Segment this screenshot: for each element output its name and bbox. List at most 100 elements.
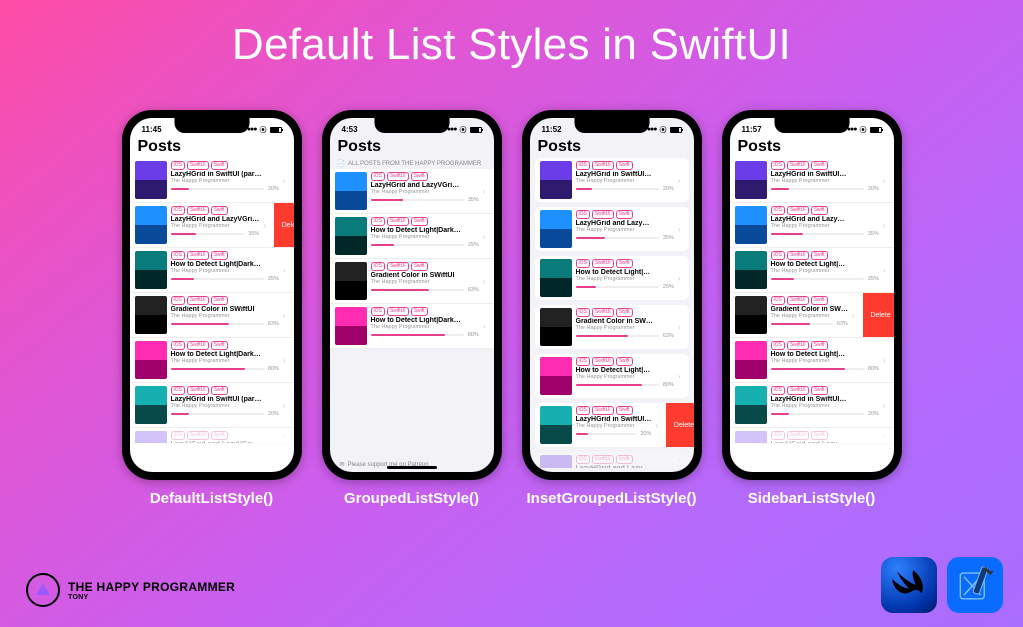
post-title: Gradient Color in SW… [576,318,674,325]
list-item[interactable]: iOSSwiftUISwiftLazyHGrid and Lazy…The Ha… [730,203,894,248]
style-label: SidebarListStyle() [748,490,876,507]
tag-badge: iOS [576,161,590,170]
list-item[interactable]: iOSSwiftUISwiftGradient Color in SWiftUI… [330,259,494,304]
screen-title: Posts [530,136,694,158]
post-title: LazyHGrid and Lazy… [771,441,879,444]
list-item[interactable]: iOSSwiftUISwiftHow to Detect Light|Dark…… [330,304,494,349]
post-thumbnail [735,296,767,334]
progress-bar [171,188,264,190]
list-item[interactable]: iOSSwiftUISwiftLazyHGrid and LazyVGri…Th… [130,428,294,444]
list-item[interactable]: iOSSwiftUISwiftGradient Color in SW…The … [730,293,894,338]
post-subtitle: The Happy Programmer [171,178,279,184]
battery-icon [270,127,282,133]
list-item[interactable]: iOSSwiftUISwiftHow to Detect Light|…The … [535,256,689,300]
progress-percent: 20% [663,186,674,192]
battery-icon [470,127,482,133]
brand-badge: THE HAPPY PROGRAMMER TONY [26,573,235,607]
list-item[interactable]: iOSSwiftUISwiftLazyHGrid and Lazy…The Ha… [535,207,689,251]
delete-button[interactable]: Delete [274,203,294,247]
progress-bar [771,233,864,235]
delete-button[interactable]: Delete [666,403,693,447]
post-title: How to Detect Light|Dark… [171,261,279,268]
notch [174,118,249,133]
post-subtitle: The Happy Programmer [771,178,879,184]
list-item[interactable]: iOSSwiftUISwiftLazyHGrid in SwiftUI (par… [130,383,294,428]
progress-percent: 80% [868,366,879,372]
tag-badge: Swift [811,341,828,350]
post-subtitle: The Happy Programmer [576,178,674,184]
list-item[interactable]: iOSSwiftUISwiftLazyHGrid in SwiftUI…The … [730,158,894,203]
post-thumbnail [135,206,167,244]
post-thumbnail [135,251,167,289]
list-item[interactable]: iOSSwiftUISwiftGradient Color in SWiftUI… [130,293,294,338]
post-title: LazyHGrid in SwiftUI… [576,416,652,423]
post-title: How to Detect Light|… [576,367,674,374]
posts-list[interactable]: iOS SwiftUI Swift LazyHGrid in SwiftUI (par… [130,158,294,472]
post-subtitle: The Happy Programmer [576,374,674,380]
section-footer: ✉Please support me on Patreon [330,457,494,472]
list-item[interactable]: iOSSwiftUISwiftLazyHGrid in SwiftUI…The … [535,403,689,447]
list-item[interactable]: iOSSwiftUISwiftHow to Detect Light|Dark…… [330,214,494,259]
posts-list[interactable]: iOSSwiftUISwiftLazyHGrid and LazyVGri…Th… [330,169,494,457]
progress-percent: 25% [663,284,674,290]
list-item[interactable]: iOSSwiftUISwiftHow to Detect Light|Dark…… [130,248,294,293]
post-thumbnail [540,210,572,248]
list-item[interactable]: iOSSwiftUISwiftHow to Detect Light|…The … [730,338,894,383]
post-title: LazyHGrid and LazyVGri… [371,182,479,189]
post-title: LazyHGrid and Lazy… [771,216,879,223]
progress-bar [171,233,245,235]
post-thumbnail [540,308,572,346]
tag-badge: iOS [171,161,185,170]
posts-list[interactable]: iOSSwiftUISwiftLazyHGrid in SwiftUI…The … [730,158,894,472]
list-item[interactable]: iOSSwiftUISwiftHow to Detect Light|…The … [535,354,689,398]
tag-badge: SwiftUI [387,172,409,181]
post-thumbnail [735,251,767,289]
list-item[interactable]: iOSSwiftUISwiftLazyHGrid and LazyVGri…Th… [130,203,294,248]
progress-percent: 80% [468,332,479,338]
tag-badge: Swift [411,172,428,181]
tag-badge: SwiftUI [787,161,809,170]
style-label: InsetGroupedListStyle() [526,490,696,507]
tag-badge: SwiftUI [187,386,209,395]
tag-badge: iOS [771,296,785,305]
list-item[interactable]: iOSSwiftUISwiftLazyHGrid and Lazy…The Ha… [730,428,894,444]
list-item[interactable]: iOSSwiftUISwiftLazyHGrid in SwiftUI (par… [130,158,294,203]
list-item[interactable]: iOSSwiftUISwiftGradient Color in SW…The … [535,305,689,349]
progress-percent: 35% [868,231,879,237]
post-thumbnail [540,259,572,297]
progress-bar [371,244,464,246]
progress-percent: 80% [663,382,674,388]
tag-badge: Swift [616,161,633,170]
tag-badge: SwiftUI [187,296,209,305]
list-item[interactable]: iOSSwiftUISwiftHow to Detect Light|Dark…… [130,338,294,383]
post-title: Gradient Color in SWiftUI [171,306,279,313]
list-item[interactable]: iOSSwiftUISwiftLazyHGrid in SwiftUI…The … [535,158,689,202]
chevron-right-icon: › [283,176,289,185]
phone-mockup: 11:57●●●⦿PostsiOSSwiftUISwiftLazyHGrid i… [722,110,902,480]
post-title: LazyHGrid in SwiftUI (par… [171,171,279,178]
tag-badge: SwiftUI [787,296,809,305]
post-subtitle: The Happy Programmer [576,227,674,233]
style-label: GroupedListStyle() [344,490,479,507]
tag-badge: SwiftUI [592,210,614,219]
list-item[interactable]: iOSSwiftUISwiftLazyHGrid and Lazy…The Ha… [535,452,689,468]
tag-badge: Swift [211,206,228,215]
progress-bar [171,278,264,280]
chevron-right-icon: › [678,274,684,283]
list-item[interactable]: iOSSwiftUISwiftHow to Detect Light|…The … [730,248,894,293]
notch [774,118,849,133]
post-title: LazyHGrid and LazyVGri… [171,216,260,223]
tag-badge: SwiftUI [187,251,209,260]
post-title: How to Detect Light|… [771,261,879,268]
tag-badge: Swift [616,357,633,366]
post-title: Gradient Color in SW… [771,306,848,313]
delete-button[interactable]: Delete [863,293,894,337]
posts-list[interactable]: iOS SwiftUI Swift LazyHGrid in SwiftUI… The … [530,158,694,472]
tag-badge: iOS [371,217,385,226]
post-title: Gradient Color in SWiftUI [371,272,479,279]
progress-percent: 35% [248,231,259,237]
list-item[interactable]: iOSSwiftUISwiftLazyHGrid and LazyVGri…Th… [330,169,494,214]
list-item[interactable]: iOSSwiftUISwiftLazyHGrid in SwiftUI…The … [730,383,894,428]
tag-badge: SwiftUI [592,455,614,464]
progress-bar [171,323,264,325]
